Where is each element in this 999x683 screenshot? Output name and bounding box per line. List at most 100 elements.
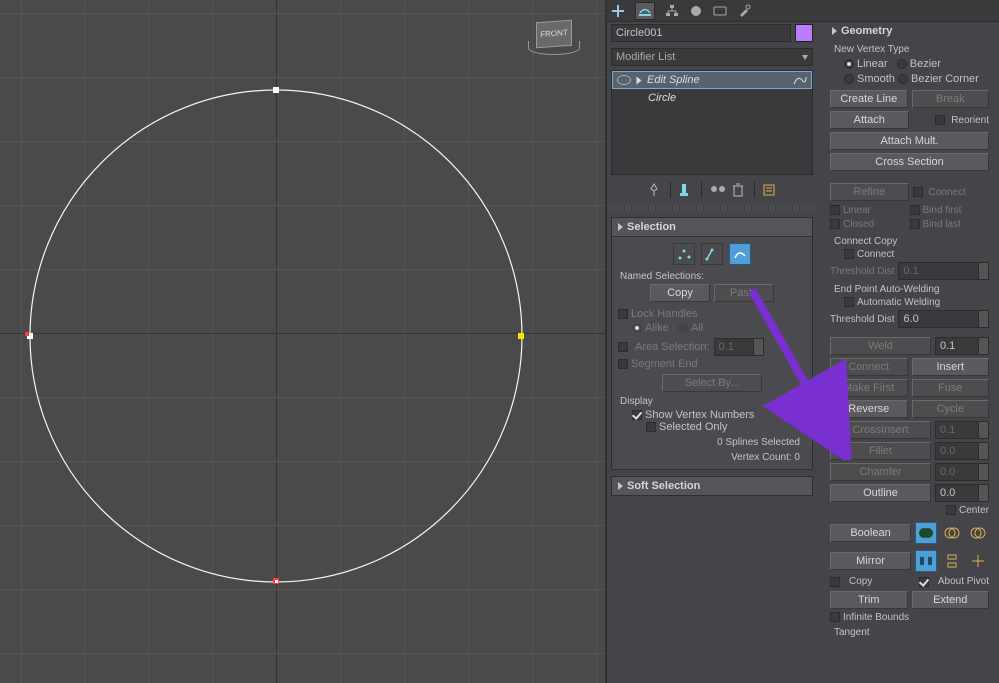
object-color-swatch[interactable] — [795, 24, 813, 42]
display-label: Display — [620, 396, 806, 407]
attach-button[interactable]: Attach — [830, 111, 909, 129]
boolean-union-icon[interactable] — [915, 522, 937, 544]
show-result-icon[interactable] — [679, 183, 693, 197]
center-label: Center — [959, 505, 989, 516]
weld-button: Weld — [830, 337, 931, 355]
smooth-radio[interactable] — [844, 74, 854, 84]
break-button: Break — [912, 90, 990, 108]
crossinsert-button: CrossInsert — [830, 421, 931, 439]
aw-threshold-spinner[interactable]: 6.0 — [898, 310, 989, 328]
display-tab-icon[interactable] — [713, 4, 727, 18]
stack-item-circle[interactable]: Circle — [612, 89, 812, 107]
outline-button[interactable]: Outline — [830, 484, 931, 502]
all-label: All — [691, 322, 703, 334]
refine-connect-label: Connect — [929, 187, 966, 198]
attach-mult-button[interactable]: Attach Mult. — [830, 132, 989, 150]
refine-button: Refine — [830, 183, 909, 201]
connect-copy-checkbox[interactable] — [844, 249, 854, 259]
modify-tab-icon[interactable] — [635, 2, 655, 20]
cycle-button: Cycle — [912, 400, 990, 418]
show-vertex-numbers-checkbox[interactable] — [632, 410, 642, 420]
center-checkbox[interactable] — [946, 505, 956, 515]
connect-button: Connect — [830, 358, 908, 376]
extend-button[interactable]: Extend — [912, 591, 990, 609]
linear-radio[interactable] — [844, 59, 854, 69]
viewcube[interactable]: FRONT — [532, 15, 580, 45]
boolean-intersect-icon[interactable] — [967, 522, 989, 544]
outline-spinner[interactable]: 0.0 — [935, 484, 989, 502]
create-tab-icon[interactable] — [611, 4, 625, 18]
select-by-button: Select By... — [662, 374, 762, 392]
rollup-title: Soft Selection — [627, 480, 700, 492]
selection-rollup-header[interactable]: Selection — [611, 217, 813, 237]
lock-handles-checkbox — [618, 309, 628, 319]
alike-label: Alike — [645, 322, 669, 334]
segment-subobj-button[interactable] — [701, 243, 723, 265]
boolean-button[interactable]: Boolean — [830, 524, 911, 542]
circle-spline[interactable] — [0, 0, 605, 683]
insert-button[interactable]: Insert — [912, 358, 990, 376]
cross-section-button[interactable]: Cross Section — [830, 153, 989, 171]
reorient-checkbox[interactable] — [935, 115, 945, 125]
weld-spinner[interactable]: 0.1 — [935, 337, 989, 355]
auto-welding-checkbox[interactable] — [844, 297, 854, 307]
boolean-subtract-icon[interactable] — [941, 522, 963, 544]
stack-item-edit-spline[interactable]: Edit Spline — [612, 71, 812, 89]
command-tabs — [607, 0, 999, 22]
mirror-h-icon[interactable] — [915, 550, 937, 572]
spline-icon — [793, 74, 807, 86]
cc-threshold-spinner: 0.1 — [898, 262, 989, 280]
viewport[interactable]: FRONT — [0, 0, 605, 683]
soft-selection-rollup-header[interactable]: Soft Selection — [611, 476, 813, 496]
new-vertex-type-label: New Vertex Type — [834, 44, 989, 55]
mirror-both-icon[interactable] — [967, 550, 989, 572]
mirror-button[interactable]: Mirror — [830, 552, 911, 570]
modifier-list-label: Modifier List — [616, 51, 675, 63]
mirror-v-icon[interactable] — [941, 550, 963, 572]
collapse-icon — [618, 223, 623, 231]
modifier-list-dropdown[interactable]: Modifier List — [611, 48, 813, 66]
configure-sets-icon[interactable] — [763, 183, 777, 197]
make-first-button: Make First — [830, 379, 908, 397]
segment-end-checkbox — [618, 359, 628, 369]
chamfer-button: Chamfer — [830, 463, 931, 481]
area-selection-checkbox — [618, 342, 628, 352]
vertex-count-status: Vertex Count: 0 — [618, 452, 806, 463]
chamfer-spinner: 0.0 — [935, 463, 989, 481]
vertex-subobj-button[interactable] — [673, 243, 695, 265]
drag-handle[interactable] — [611, 205, 813, 211]
copy-checkbox[interactable] — [830, 577, 840, 587]
modifier-stack[interactable]: Edit Spline Circle — [611, 70, 813, 175]
trim-button[interactable]: Trim — [830, 591, 908, 609]
create-line-button[interactable]: Create Line — [830, 90, 908, 108]
utilities-tab-icon[interactable] — [737, 4, 751, 18]
make-unique-icon[interactable] — [710, 183, 724, 197]
smooth-label: Smooth — [857, 73, 895, 85]
object-name-input[interactable] — [611, 24, 791, 42]
motion-tab-icon[interactable] — [689, 4, 703, 18]
selected-only-checkbox[interactable] — [646, 422, 656, 432]
hierarchy-tab-icon[interactable] — [665, 4, 679, 18]
reverse-button[interactable]: Reverse — [830, 400, 908, 418]
copy-chk-label: Copy — [849, 576, 872, 587]
expand-icon[interactable] — [637, 76, 642, 84]
remove-modifier-icon[interactable] — [732, 183, 746, 197]
segment-end-label: Segment End — [631, 358, 698, 370]
stack-item-label: Circle — [648, 92, 676, 104]
show-vertex-numbers-label: Show Vertex Numbers — [645, 409, 754, 421]
lock-handles-label: Lock Handles — [631, 308, 698, 320]
cc-threshold-label: Threshold Dist — [830, 266, 894, 277]
stack-item-label: Edit Spline — [647, 74, 700, 86]
infinite-bounds-checkbox[interactable] — [830, 612, 840, 622]
linear-checkbox — [830, 205, 840, 215]
about-pivot-checkbox[interactable] — [919, 577, 929, 587]
bezier-corner-radio[interactable] — [898, 74, 908, 84]
visibility-toggle-icon[interactable] — [617, 75, 631, 85]
auto-welding-label: Automatic Welding — [857, 297, 940, 308]
copy-selection-button[interactable]: Copy — [650, 284, 710, 302]
spline-subobj-button[interactable] — [729, 243, 751, 265]
bezier-radio[interactable] — [897, 59, 907, 69]
pin-stack-icon[interactable] — [648, 183, 662, 197]
aw-threshold-label: Threshold Dist — [830, 314, 894, 325]
geometry-rollup-header[interactable]: Geometry — [826, 22, 993, 40]
